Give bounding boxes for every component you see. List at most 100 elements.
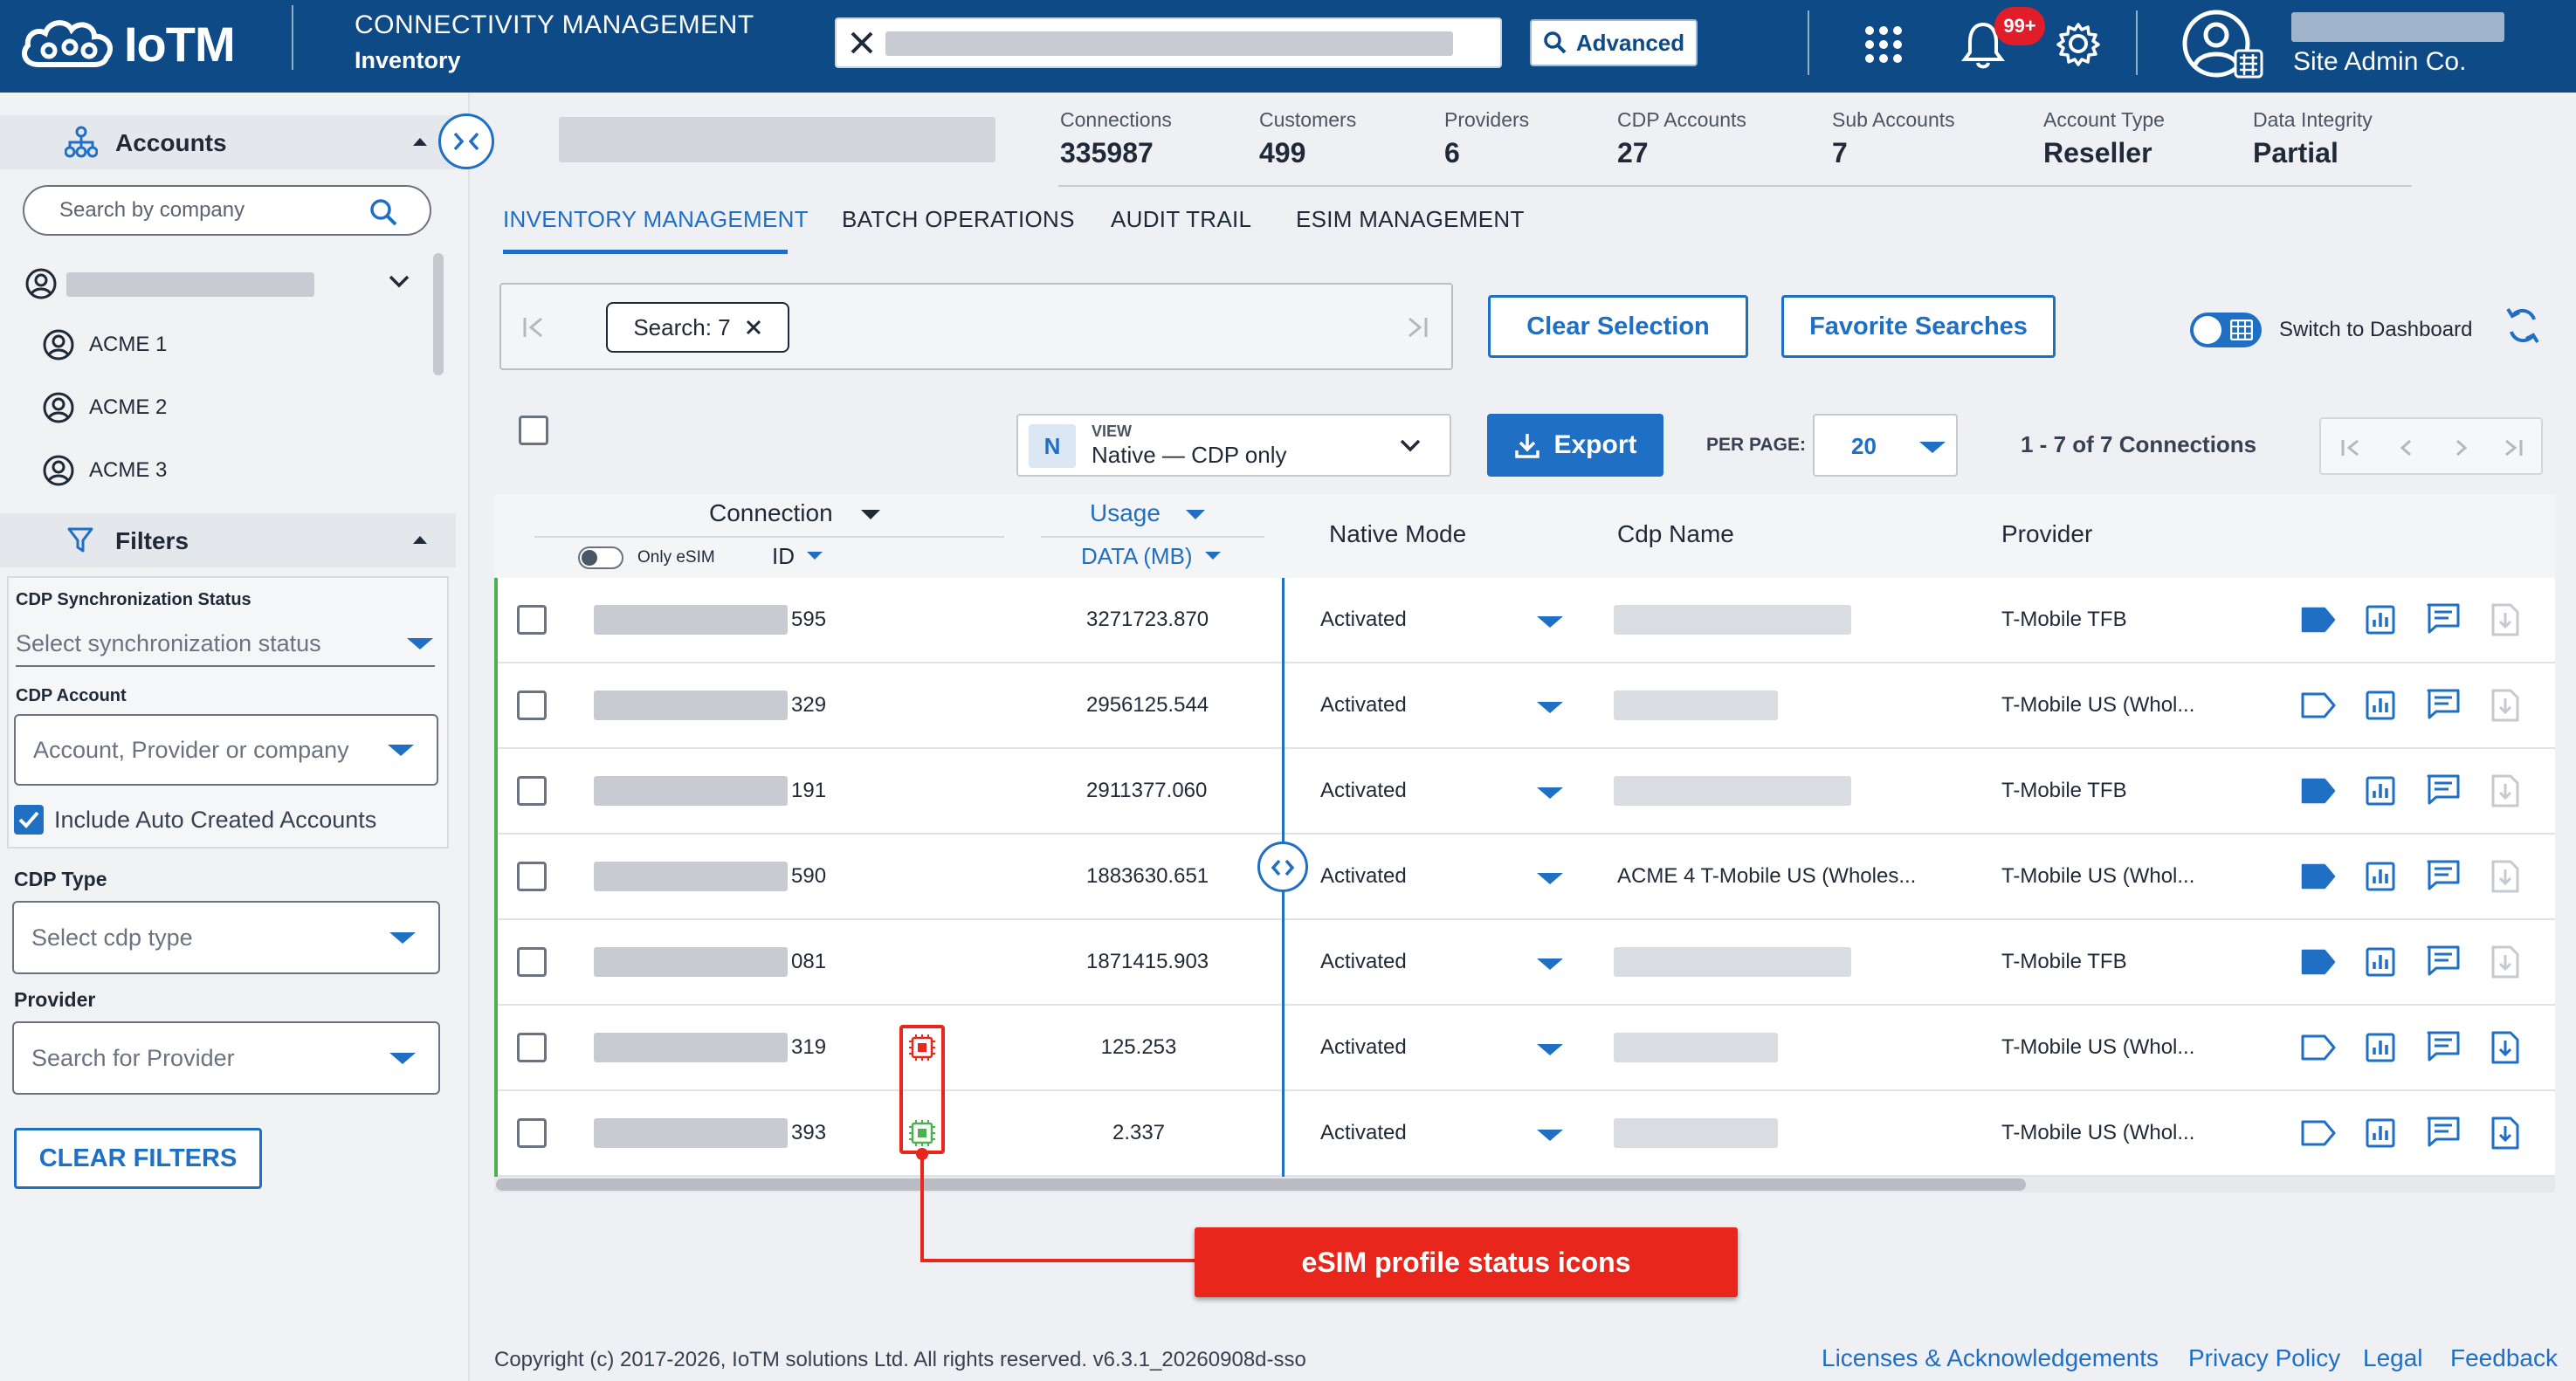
last-page-icon[interactable] xyxy=(2503,438,2524,457)
connection-id-suffix[interactable]: 595 xyxy=(791,608,826,632)
collapse-sidebar-button[interactable] xyxy=(438,113,494,169)
tag-icon[interactable] xyxy=(2300,777,2337,805)
tag-icon[interactable] xyxy=(2300,948,2337,976)
sim-download-icon[interactable] xyxy=(2490,773,2520,808)
usage-chart-icon[interactable] xyxy=(2365,1032,2396,1063)
refresh-icon[interactable] xyxy=(2504,306,2541,346)
next-page-icon[interactable] xyxy=(2452,438,2469,457)
global-search-input[interactable] xyxy=(835,17,1502,68)
sim-download-icon[interactable] xyxy=(2490,1030,2520,1065)
message-icon[interactable] xyxy=(2426,859,2461,892)
tag-icon[interactable] xyxy=(2300,1034,2337,1062)
export-button[interactable]: Export xyxy=(1487,414,1663,477)
usage-chart-icon[interactable] xyxy=(2365,1117,2396,1149)
licenses-link[interactable]: Licenses & Acknowledgements xyxy=(1822,1344,2159,1372)
caret-up-icon[interactable] xyxy=(412,136,428,147)
usage-chart-icon[interactable] xyxy=(2365,690,2396,721)
message-icon[interactable] xyxy=(2426,1116,2461,1149)
table-row[interactable]: 081 1871415.903 Activated T-Mobile TFB xyxy=(494,920,2555,1004)
sim-download-icon[interactable] xyxy=(2490,945,2520,979)
row-checkbox[interactable] xyxy=(517,862,547,891)
advanced-search-button[interactable]: Advanced xyxy=(1530,19,1698,66)
prev-page-icon[interactable] xyxy=(2398,438,2415,457)
table-row[interactable]: 590 1883630.651 Activated T-Mobile US (W… xyxy=(494,835,2555,918)
view-select[interactable]: N VIEW Native — CDP only xyxy=(1016,414,1451,477)
sidebar-item-acme-1[interactable]: ACME 1 xyxy=(42,328,167,361)
caret-down-icon[interactable] xyxy=(859,508,882,520)
message-icon[interactable] xyxy=(2426,1030,2461,1063)
caret-down-icon[interactable] xyxy=(1203,550,1223,560)
connection-id-suffix[interactable]: 393 xyxy=(791,1121,826,1145)
connection-id-suffix[interactable]: 319 xyxy=(791,1035,826,1060)
tab-audit-trail[interactable]: AUDIT TRAIL xyxy=(1111,206,1251,233)
sim-download-icon[interactable] xyxy=(2490,602,2520,637)
id-header[interactable]: ID xyxy=(772,543,795,570)
close-icon[interactable] xyxy=(745,319,762,336)
native-mode-caret-icon[interactable] xyxy=(1535,700,1565,714)
horizontal-scrollbar-thumb[interactable] xyxy=(496,1178,2026,1191)
sidebar-scrollbar[interactable] xyxy=(433,253,444,375)
switch-dashboard-toggle[interactable] xyxy=(2190,313,2262,347)
caret-up-icon[interactable] xyxy=(412,534,428,545)
cdp-account-select[interactable]: Account, Provider or company xyxy=(14,714,438,786)
checkbox-checked[interactable] xyxy=(14,805,44,835)
table-row[interactable]: 393 2.337 Activated T-Mobile US (Whol... xyxy=(494,1091,2555,1175)
caret-down-icon[interactable] xyxy=(805,550,824,560)
cdp-name-header[interactable]: Cdp Name xyxy=(1617,520,1734,548)
native-mode-caret-icon[interactable] xyxy=(1535,1128,1565,1142)
tab-batch-operations[interactable]: BATCH OPERATIONS xyxy=(842,206,1075,233)
last-chip-icon[interactable] xyxy=(1406,316,1429,339)
connection-id-suffix[interactable]: 191 xyxy=(791,779,826,803)
company-search-input[interactable]: Search by company xyxy=(23,185,431,236)
tag-icon[interactable] xyxy=(2300,606,2337,634)
include-auto-created-checkbox[interactable]: Include Auto Created Accounts xyxy=(14,805,376,835)
gear-icon[interactable] xyxy=(2056,21,2101,66)
legal-link[interactable]: Legal xyxy=(2363,1344,2423,1372)
tag-icon[interactable] xyxy=(2300,1119,2337,1147)
native-mode-caret-icon[interactable] xyxy=(1535,615,1565,629)
connection-id-suffix[interactable]: 081 xyxy=(791,950,826,974)
provider-header[interactable]: Provider xyxy=(2001,520,2092,548)
chevron-down-icon[interactable] xyxy=(388,274,410,290)
provider-select[interactable]: Search for Provider xyxy=(12,1021,440,1095)
sidebar-item-acme-3[interactable]: ACME 3 xyxy=(42,454,167,487)
table-row[interactable]: 329 2956125.544 Activated T-Mobile US (W… xyxy=(494,663,2555,747)
sim-download-icon[interactable] xyxy=(2490,688,2520,723)
connection-id-suffix[interactable]: 590 xyxy=(791,864,826,889)
favorite-searches-button[interactable]: Favorite Searches xyxy=(1781,295,2056,358)
first-chip-icon[interactable] xyxy=(522,316,545,339)
usage-header[interactable]: Usage xyxy=(1090,499,1161,527)
parent-account-row[interactable] xyxy=(17,262,437,306)
apps-grid-icon[interactable] xyxy=(1863,24,1904,65)
native-mode-caret-icon[interactable] xyxy=(1535,957,1565,971)
connection-id-suffix[interactable]: 329 xyxy=(791,693,826,718)
table-row[interactable]: 191 2911377.060 Activated T-Mobile TFB xyxy=(494,749,2555,833)
connection-header[interactable]: Connection xyxy=(709,499,833,527)
sim-download-icon[interactable] xyxy=(2490,1116,2520,1151)
per-page-select[interactable]: 20 xyxy=(1813,414,1958,477)
cdp-sync-select[interactable]: Select synchronization status xyxy=(16,622,435,667)
row-checkbox[interactable] xyxy=(517,605,547,635)
tag-icon[interactable] xyxy=(2300,691,2337,719)
table-row[interactable]: 595 3271723.870 Activated T-Mobile TFB xyxy=(494,578,2555,662)
row-checkbox[interactable] xyxy=(517,1118,547,1148)
data-mb-header[interactable]: DATA (MB) xyxy=(1081,543,1193,570)
only-esim-toggle[interactable] xyxy=(578,546,623,569)
native-mode-caret-icon[interactable] xyxy=(1535,1042,1565,1056)
feedback-link[interactable]: Feedback xyxy=(2450,1344,2558,1372)
avatar[interactable] xyxy=(2181,9,2269,80)
usage-chart-icon[interactable] xyxy=(2365,861,2396,892)
row-checkbox[interactable] xyxy=(517,947,547,977)
select-all-checkbox[interactable] xyxy=(519,416,548,445)
native-mode-caret-icon[interactable] xyxy=(1535,786,1565,800)
message-icon[interactable] xyxy=(2426,773,2461,807)
usage-chart-icon[interactable] xyxy=(2365,775,2396,807)
sim-download-icon[interactable] xyxy=(2490,859,2520,894)
cdp-type-select[interactable]: Select cdp type xyxy=(12,901,440,974)
native-mode-caret-icon[interactable] xyxy=(1535,871,1565,885)
filters-section-header[interactable]: Filters xyxy=(0,513,456,567)
first-page-icon[interactable] xyxy=(2340,438,2361,457)
clear-selection-button[interactable]: Clear Selection xyxy=(1488,295,1748,358)
usage-chart-icon[interactable] xyxy=(2365,946,2396,978)
tab-esim-management[interactable]: ESIM MANAGEMENT xyxy=(1296,206,1525,233)
